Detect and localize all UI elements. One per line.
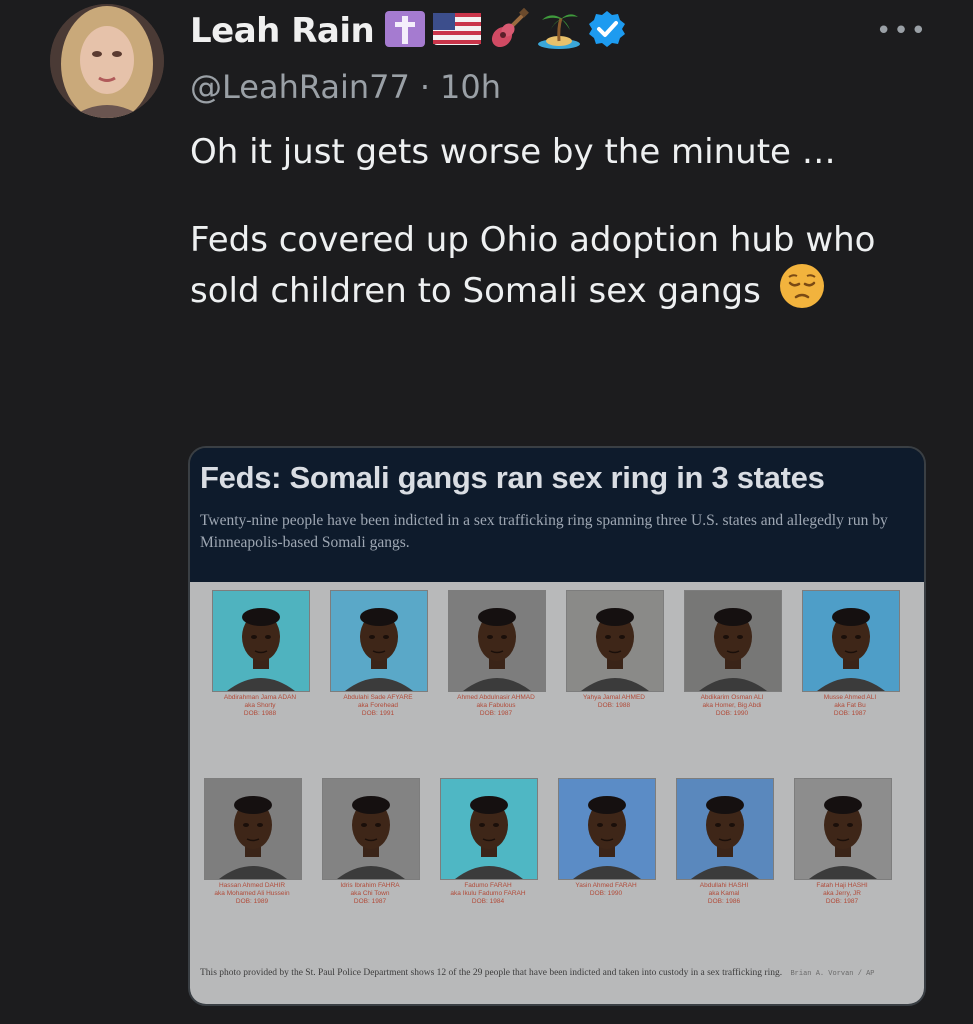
mugshot-photo [794,778,892,880]
mugshot-aka: aka Mohamed Ali Hussein [214,890,290,897]
mugshot-item: Fatah Haji HASHI aka Jerry, JR DOB: 1987 [794,778,900,918]
mugshot-name: Hassan Ahmed DAHIR [218,882,286,889]
mugshot-item: Abdullahi HASHI aka Kamal DOB: 1986 [676,778,782,918]
mugshot-photo [330,590,428,692]
mugshot-label: Ahmed Abdulnasir AHMAD aka Fabulous DOB: 1… [442,694,550,718]
mugshot-name: Abdulahi Sade AFYARE [343,694,413,701]
mugshot-item: Musse Ahmed ALI aka Fat Bu DOB: 1987 [802,590,908,730]
tweet-line-2: Feds covered up Ohio adoption hub who so… [190,220,876,311]
mugshot-label: Abdirahman Jama ADAN aka Shorty DOB: 1988 [206,694,314,718]
mugshot-dob: DOB: 1987 [833,710,867,717]
mugshot-label: Musse Ahmed ALI aka Fat Bu DOB: 1987 [796,694,904,718]
more-options-button[interactable]: ••• [876,16,928,46]
guitar-icon [488,7,530,54]
tweet-text: Oh it just gets worse by the minute … Fe… [190,130,950,321]
mugshot-aka: aka Jerry, JR [823,890,861,897]
mugshot-item: Ahmed Abdulnasir AHMAD aka Fabulous DOB: 1… [448,590,554,730]
mugshot-photo [448,590,546,692]
mugshot-dob: DOB: 1987 [353,898,387,905]
cross-icon [384,10,426,52]
mugshot-dob: DOB: 1987 [479,710,513,717]
mugshot-aka: aka Fat Bu [834,702,866,709]
mugshot-item: Abdirahman Jama ADAN aka Shorty DOB: 1988 [212,590,318,730]
mugshot-label: Fadumo FARAH aka Ikulu Fadumo FARAH DOB: 1… [434,882,542,906]
mugshot-label: Abdikarim Osman ALI aka Homer, Big Abdi DO… [678,694,786,718]
author-avatar[interactable] [50,4,164,118]
mugshot-aka: aka Chi Town [350,890,390,897]
mugshot-dob: DOB: 1988 [597,702,631,709]
mugshot-name: Fadumo FARAH [464,882,512,889]
mugshot-label: Fatah Haji HASHI aka Jerry, JR DOB: 1987 [788,882,896,906]
mugshot-photo [440,778,538,880]
card-header: Feds: Somali gangs ran sex ring in 3 sta… [190,448,924,582]
mugshot-photo [322,778,420,880]
mugshot-photo [802,590,900,692]
mugshot-aka: aka Homer, Big Abdi [702,702,762,709]
photo-caption: This photo provided by the St. Paul Poli… [200,966,910,981]
mugshot-aka: aka Forehead [357,702,399,709]
mugshot-photo [558,778,656,880]
mugshot-name: Yahya Jamal AHMED [582,694,645,701]
verified-badge-icon [588,10,626,52]
mugshot-aka: aka Shorty [244,702,276,709]
mugshot-name: Fatah Haji HASHI [816,882,868,889]
mugshot-name: Abdikarim Osman ALI [700,694,764,701]
tweet-header: Leah Rain [190,7,626,54]
mugshot-label: Yahya Jamal AHMED DOB: 1988 [560,694,668,710]
mugshot-dob: DOB: 1990 [715,710,749,717]
mugshot-item: Fadumo FARAH aka Ikulu Fadumo FARAH DOB: 1… [440,778,546,918]
mugshot-item: Abdikarim Osman ALI aka Homer, Big Abdi DO… [684,590,790,730]
mugshot-aka: aka Ikulu Fadumo FARAH [450,890,526,897]
mugshot-name: Ahmed Abdulnasir AHMAD [457,694,535,701]
mugshot-name: Yasin Ahmed FARAH [575,882,637,889]
mugshot-dob: DOB: 1990 [589,890,623,897]
caption-text: This photo provided by the St. Paul Poli… [200,968,783,978]
photo-credit: Brian A. Vorvan / AP [790,970,875,978]
mugshot-item: Hassan Ahmed DAHIR aka Mohamed Ali Hussei… [204,778,310,918]
us-flag-icon [432,11,482,51]
mugshot-dob: DOB: 1988 [243,710,277,717]
media-card[interactable]: Feds: Somali gangs ran sex ring in 3 sta… [188,446,926,1006]
mugshot-item: Idris Ibrahim FAHRA aka Chi Town DOB: 1987 [322,778,428,918]
mugshot-item: Yahya Jamal AHMED DOB: 1988 [566,590,672,730]
mugshot-sheet: Abdirahman Jama ADAN aka Shorty DOB: 1988 A… [190,582,924,1004]
mugshot-label: Hassan Ahmed DAHIR aka Mohamed Ali Hussei… [198,882,306,906]
pensive-face-icon [778,262,826,321]
mugshot-aka: aka Fabulous [476,702,516,709]
island-icon [536,8,582,54]
mugshot-photo [566,590,664,692]
mugshot-item: Abdulahi Sade AFYARE aka Forehead DOB: 199… [330,590,436,730]
mugshot-item: Yasin Ahmed FARAH DOB: 1990 [558,778,664,918]
mugshot-photo [676,778,774,880]
mugshot-aka: aka Kamal [708,890,740,897]
mugshot-dob: DOB: 1987 [825,898,859,905]
mugshot-dob: DOB: 1989 [235,898,269,905]
tweet-line-1: Oh it just gets worse by the minute … [190,132,836,172]
author-handle[interactable]: @LeahRain77 [190,68,410,106]
tweet-meta: @LeahRain77 · 10h [190,68,501,106]
mugshot-dob: DOB: 1986 [707,898,741,905]
mugshot-label: Abdullahi HASHI aka Kamal DOB: 1986 [670,882,778,906]
mugshot-photo [212,590,310,692]
mugshot-name: Abdullahi HASHI [699,882,749,889]
author-name[interactable]: Leah Rain [190,11,375,51]
card-subheadline: Twenty-nine people have been indicted in… [200,512,888,551]
mugshot-name: Idris Ibrahim FAHRA [340,882,400,889]
mugshot-dob: DOB: 1984 [471,898,505,905]
mugshot-label: Idris Ibrahim FAHRA aka Chi Town DOB: 1987 [316,882,424,906]
mugshot-photo [204,778,302,880]
name-emojis [384,7,626,54]
mugshot-name: Abdirahman Jama ADAN [223,694,297,701]
mugshot-name: Musse Ahmed ALI [823,694,877,701]
mugshot-label: Yasin Ahmed FARAH DOB: 1990 [552,882,660,898]
mugshot-label: Abdulahi Sade AFYARE aka Forehead DOB: 199… [324,694,432,718]
card-headline: Feds: Somali gangs ran sex ring in 3 sta… [200,460,825,495]
tweet-time[interactable]: 10h [440,68,501,106]
mugshot-photo [684,590,782,692]
mugshot-dob: DOB: 1991 [361,710,395,717]
meta-separator: · [419,68,431,106]
